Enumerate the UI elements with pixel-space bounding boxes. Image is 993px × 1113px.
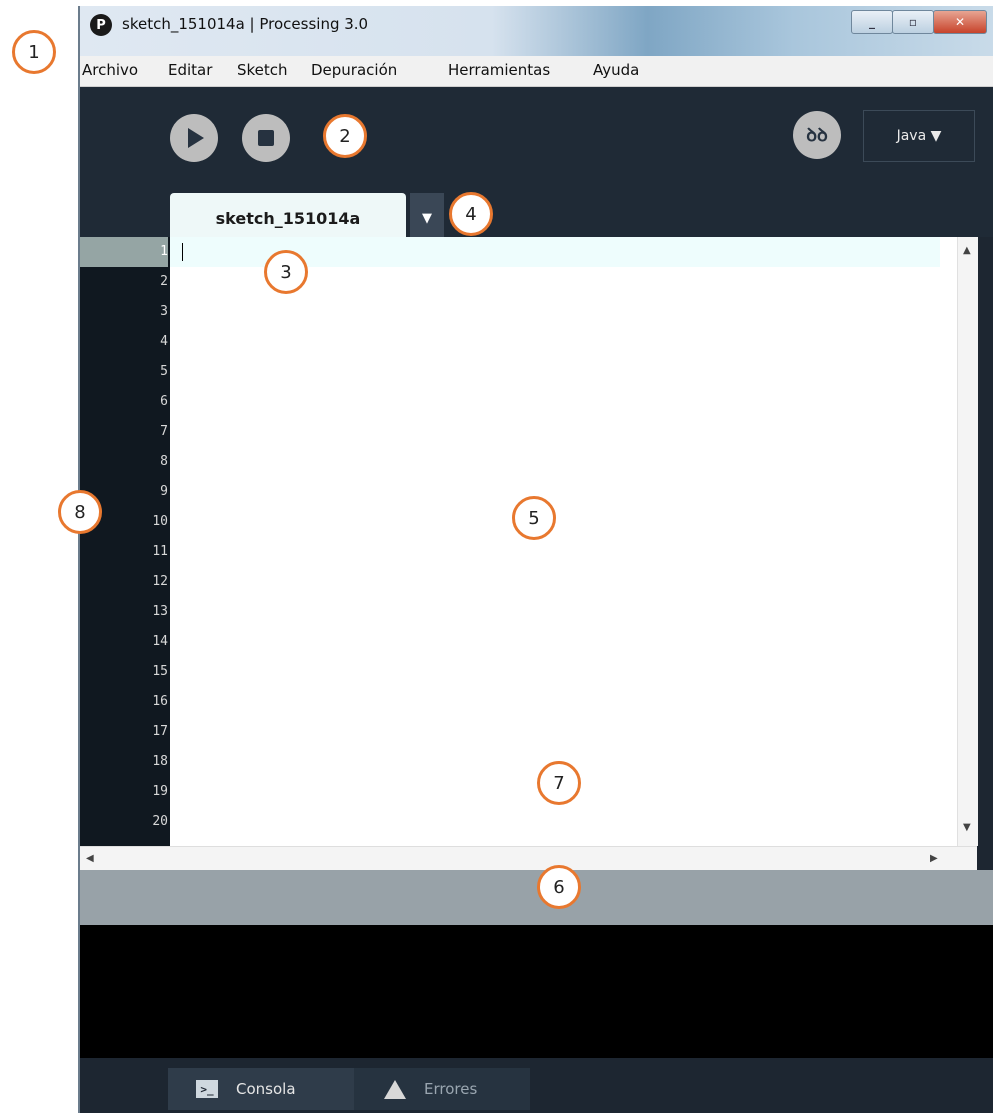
maximize-icon: ▫ bbox=[908, 15, 918, 29]
console-output[interactable] bbox=[80, 925, 993, 1058]
callout-4: 4 bbox=[449, 192, 493, 236]
line-number: 19 bbox=[152, 784, 168, 799]
tab-menu-button[interactable]: ▼ bbox=[410, 193, 444, 243]
menu-editar[interactable]: Editar bbox=[168, 61, 212, 79]
callout-3: 3 bbox=[264, 250, 308, 294]
tab-errores[interactable]: Errores bbox=[354, 1068, 530, 1110]
text-caret bbox=[182, 243, 183, 261]
scroll-right-icon[interactable]: ▶ bbox=[930, 853, 938, 864]
menu-archivo[interactable]: Archivo bbox=[82, 61, 138, 79]
line-number: 7 bbox=[160, 424, 168, 439]
warning-icon bbox=[384, 1079, 406, 1099]
play-icon bbox=[188, 128, 204, 148]
run-button[interactable] bbox=[170, 114, 218, 162]
line-number: 20 bbox=[152, 814, 168, 829]
line-number: 14 bbox=[152, 634, 168, 649]
minimize-button[interactable]: _ bbox=[851, 10, 893, 34]
console-icon: >_ bbox=[196, 1080, 218, 1098]
line-number: 6 bbox=[160, 394, 168, 409]
toolbar: ꝺꝺ Java ▼ sketch_151014a ▼ bbox=[80, 87, 993, 243]
callout-6: 6 bbox=[537, 865, 581, 909]
stop-icon bbox=[258, 130, 274, 146]
menu-depuracion[interactable]: Depuración bbox=[311, 61, 397, 79]
minimize-icon: _ bbox=[869, 15, 875, 29]
callout-7: 7 bbox=[537, 761, 581, 805]
menu-sketch[interactable]: Sketch bbox=[237, 61, 288, 79]
scroll-left-icon[interactable]: ◀ bbox=[86, 853, 94, 864]
vertical-scrollbar[interactable]: ▲ ▼ bbox=[957, 237, 978, 846]
tab-errores-label: Errores bbox=[424, 1080, 478, 1098]
message-area bbox=[80, 870, 993, 925]
line-number: 16 bbox=[152, 694, 168, 709]
tab-consola-label: Consola bbox=[236, 1080, 296, 1098]
title-bar[interactable]: P sketch_151014a | Processing 3.0 _ ▫ ✕ bbox=[80, 6, 993, 56]
scroll-down-icon[interactable]: ▼ bbox=[963, 822, 971, 833]
line-number: 3 bbox=[160, 304, 168, 319]
callout-2: 2 bbox=[323, 114, 367, 158]
line-number: 2 bbox=[160, 274, 168, 289]
menu-ayuda[interactable]: Ayuda bbox=[593, 61, 639, 79]
close-icon: ✕ bbox=[954, 15, 966, 29]
line-number: 18 bbox=[152, 754, 168, 769]
window-title: sketch_151014a | Processing 3.0 bbox=[122, 15, 369, 33]
maximize-button[interactable]: ▫ bbox=[892, 10, 934, 34]
line-number-gutter: 1 2 3 4 5 6 7 8 9 10 11 12 13 14 15 16 1… bbox=[80, 237, 170, 846]
chevron-down-icon: ▼ bbox=[422, 210, 432, 226]
processing-logo-icon: P bbox=[90, 14, 112, 36]
line-number: 15 bbox=[152, 664, 168, 679]
scroll-up-icon[interactable]: ▲ bbox=[963, 245, 971, 256]
footer-tabs: >_ Consola Errores bbox=[80, 1058, 993, 1113]
horizontal-scrollbar[interactable]: ◀ ▶ bbox=[80, 846, 977, 871]
stop-button[interactable] bbox=[242, 114, 290, 162]
line-number: 8 bbox=[160, 454, 168, 469]
line-number: 1 bbox=[80, 237, 168, 267]
line-number: 17 bbox=[152, 724, 168, 739]
tab-sketch[interactable]: sketch_151014a bbox=[170, 193, 406, 243]
debug-button[interactable]: ꝺꝺ bbox=[793, 111, 841, 159]
callout-5: 5 bbox=[512, 496, 556, 540]
processing-window: P sketch_151014a | Processing 3.0 _ ▫ ✕ … bbox=[78, 6, 993, 1113]
line-number: 11 bbox=[152, 544, 168, 559]
menu-herramientas[interactable]: Herramientas bbox=[448, 61, 550, 79]
window-controls: _ ▫ ✕ bbox=[851, 10, 987, 34]
mode-selector[interactable]: Java ▼ bbox=[863, 110, 975, 162]
tab-consola[interactable]: >_ Consola bbox=[168, 1068, 354, 1110]
line-number: 13 bbox=[152, 604, 168, 619]
code-editor[interactable] bbox=[170, 237, 957, 846]
menu-bar: Archivo Editar Sketch Depuración Herrami… bbox=[80, 56, 993, 87]
callout-8: 8 bbox=[58, 490, 102, 534]
line-number: 5 bbox=[160, 364, 168, 379]
callout-1: 1 bbox=[12, 30, 56, 74]
line-number: 12 bbox=[152, 574, 168, 589]
debugger-icon: ꝺꝺ bbox=[806, 125, 828, 146]
line-number: 4 bbox=[160, 334, 168, 349]
close-button[interactable]: ✕ bbox=[933, 10, 987, 34]
